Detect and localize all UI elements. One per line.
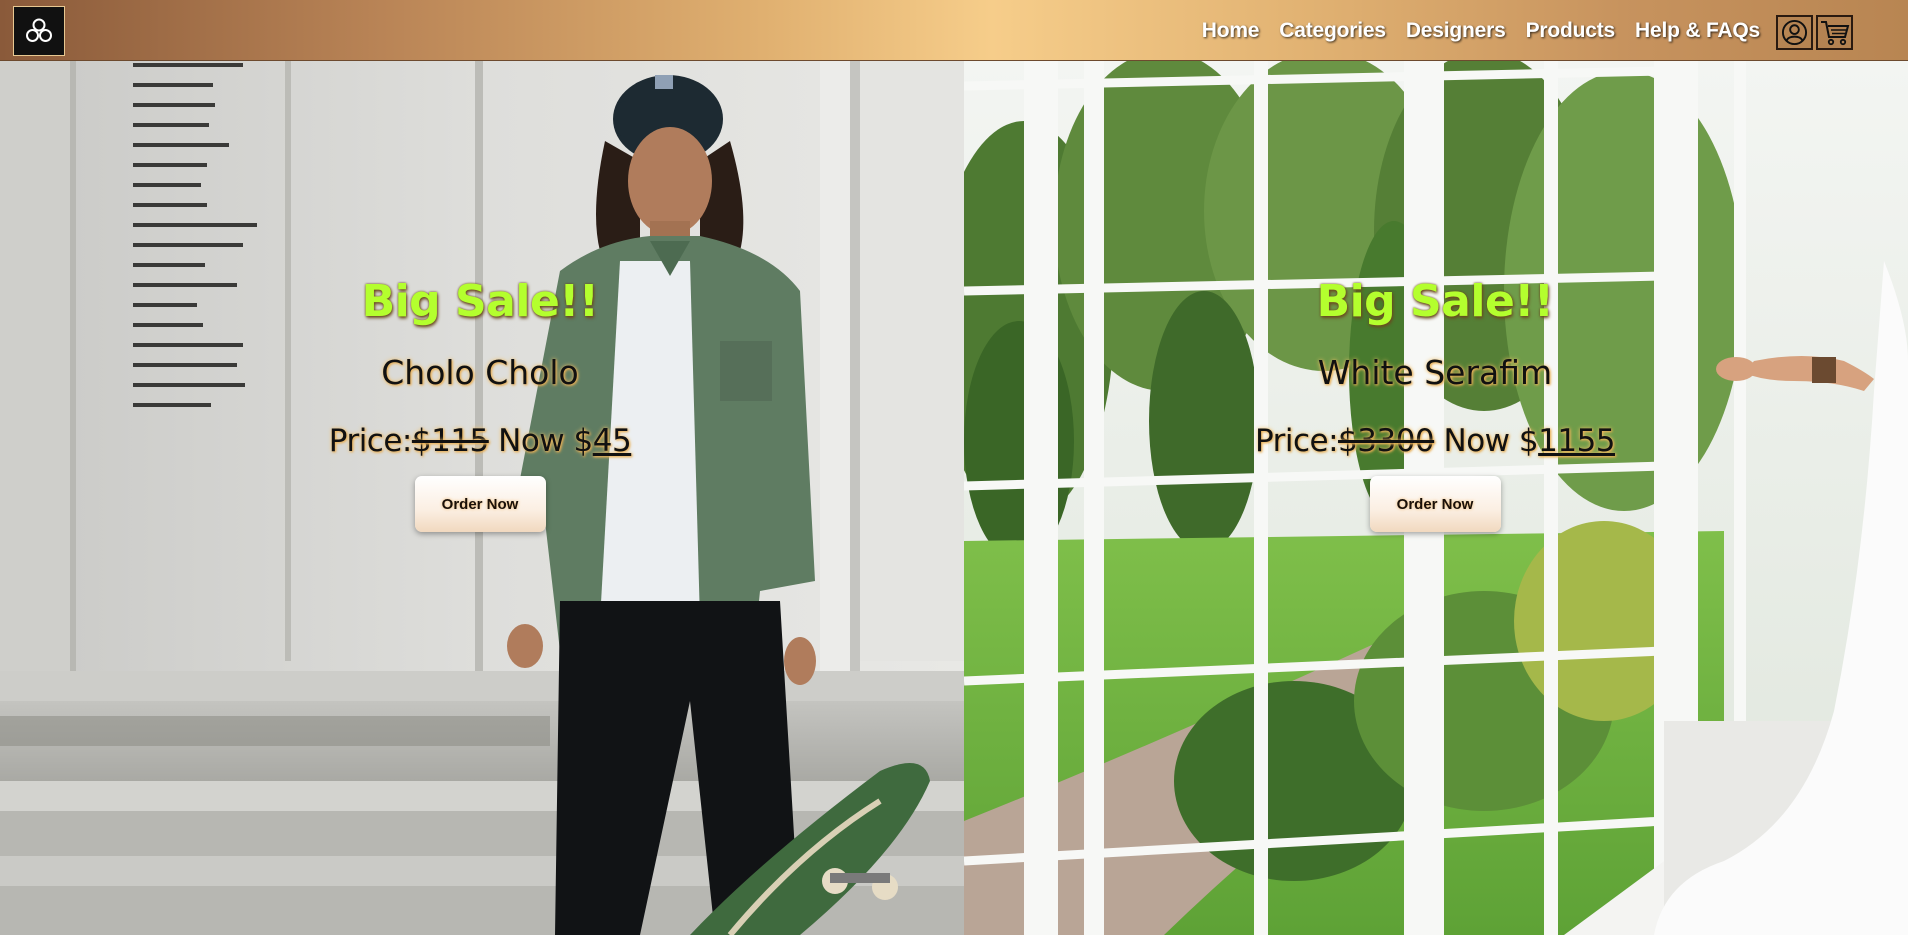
- now-label: Now: [498, 423, 565, 459]
- old-price: $115: [411, 423, 489, 459]
- new-price: 1155: [1538, 423, 1616, 459]
- nav-home-link[interactable]: Home: [1202, 19, 1260, 43]
- promo-card-left: Big Sale!! Cholo Cholo Price:$115 Now $4…: [240, 280, 720, 532]
- promo-headline: Big Sale!!: [1316, 276, 1554, 327]
- new-price: 45: [592, 423, 632, 459]
- promo-card-right: Big Sale!! White Serafim Price:$3300 Now…: [1195, 280, 1675, 532]
- nav-products-link[interactable]: Products: [1526, 19, 1616, 43]
- old-price: $3300: [1338, 423, 1435, 459]
- nav-categories-link[interactable]: Categories: [1279, 19, 1386, 43]
- cart-icon[interactable]: [1816, 15, 1853, 50]
- currency-symbol: $: [573, 423, 594, 459]
- order-now-button[interactable]: Order Now: [414, 476, 546, 532]
- main-nav: Home Categories Designers Products Help …: [1202, 0, 1760, 61]
- account-icon[interactable]: [1776, 15, 1813, 50]
- top-navbar: Home Categories Designers Products Help …: [0, 0, 1908, 61]
- order-now-button[interactable]: Order Now: [1369, 476, 1501, 532]
- price-label: Price:: [1254, 423, 1339, 459]
- currency-symbol: $: [1518, 423, 1539, 459]
- product-name: Cholo Cholo: [381, 353, 579, 392]
- nav-designers-link[interactable]: Designers: [1406, 19, 1506, 43]
- price-label: Price:: [328, 423, 413, 459]
- nav-help-faqs-link[interactable]: Help & FAQs: [1635, 19, 1760, 43]
- nav-icon-group: [1776, 15, 1853, 50]
- promo-headline: Big Sale!!: [361, 276, 599, 327]
- brand-logo-icon[interactable]: [13, 6, 65, 56]
- now-label: Now: [1443, 423, 1511, 459]
- price-line: Price:$115 Now $45: [240, 426, 720, 457]
- price-line: Price:$3300 Now $1155: [1195, 426, 1675, 457]
- product-name: White Serafim: [1317, 353, 1553, 392]
